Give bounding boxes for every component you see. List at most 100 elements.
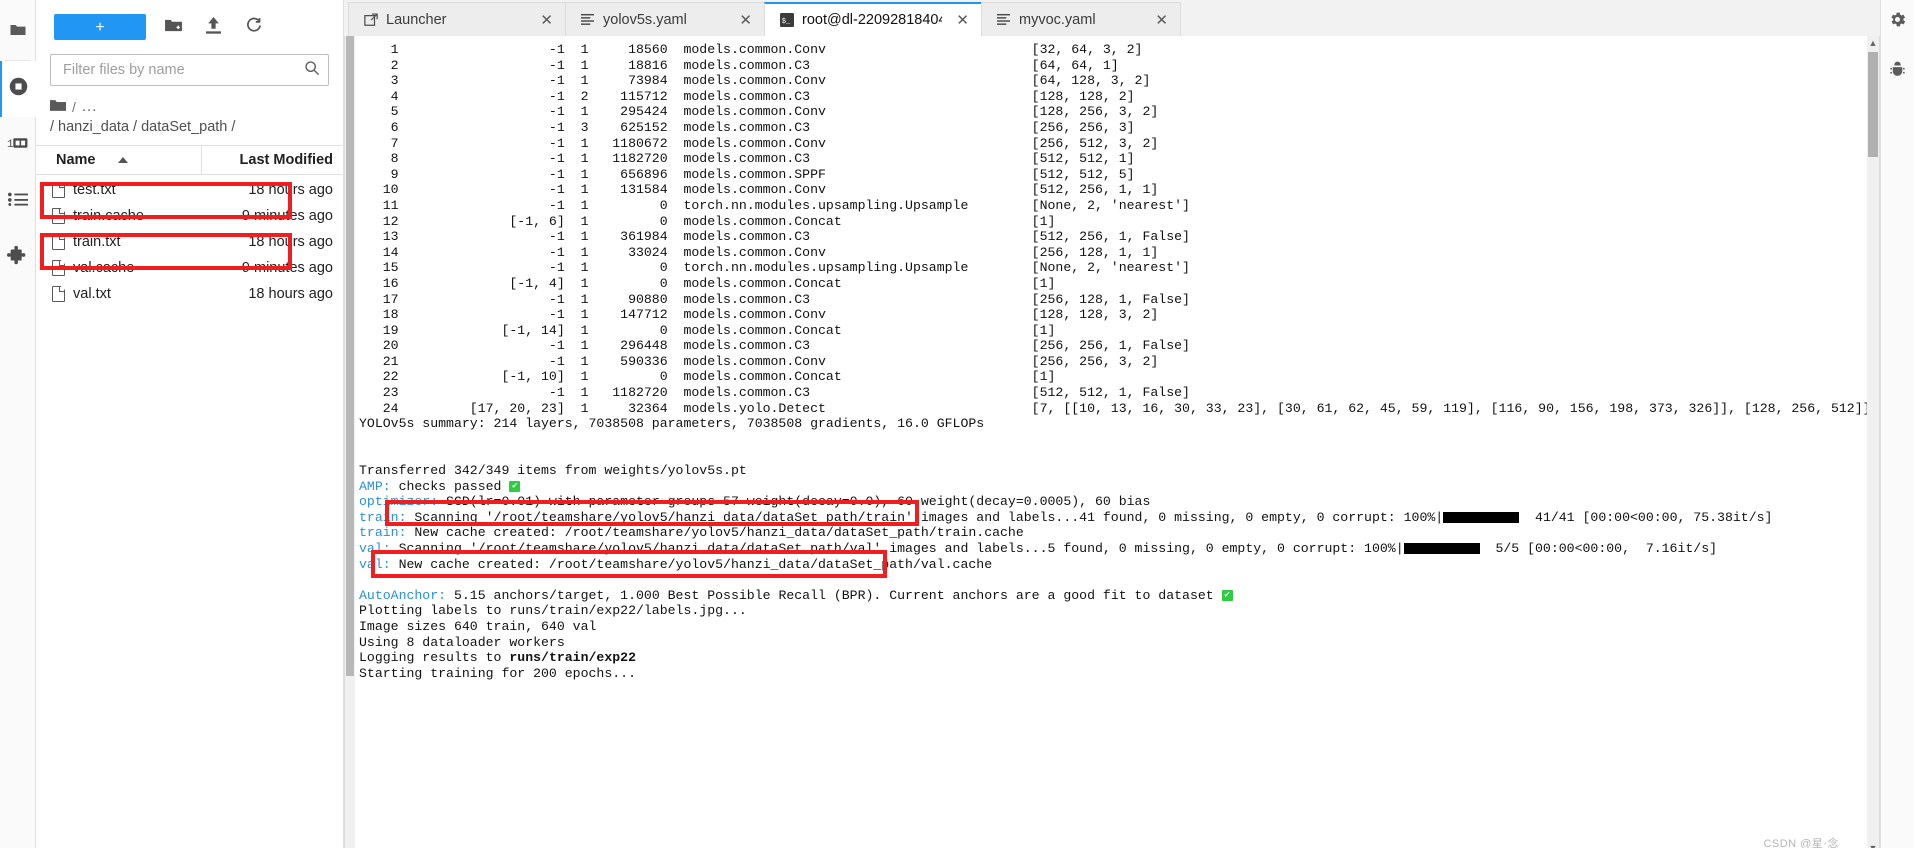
column-header-name[interactable]: Name	[36, 152, 201, 168]
terminal-model-row: 1 -1 1 18560 models.common.Conv [32, 64,…	[359, 42, 1143, 57]
tab-label: myvoc.yaml	[1019, 11, 1096, 28]
sidebar-item-running[interactable]	[0, 61, 36, 117]
terminal-model-row: 11 -1 1 0 torch.nn.modules.upsampling.Up…	[359, 197, 1190, 213]
terminal-icon: $_	[779, 13, 794, 28]
terminal-amp-line: AMP: checks passed ✔	[359, 479, 1867, 495]
file-modified: 18 hours ago	[248, 234, 333, 250]
file-name: val.cache	[73, 260, 135, 276]
terminal-model-row: 15 -1 1 0 torch.nn.modules.upsampling.Up…	[359, 260, 1190, 276]
sidebar-item-extensions[interactable]	[0, 229, 36, 285]
terminal-model-row: 7 -1 1 1180672 models.common.Conv [256, …	[359, 135, 1159, 151]
tab-label: Launcher	[386, 11, 447, 28]
table-row[interactable]: val.txt 18 hours ago	[36, 281, 343, 307]
close-icon[interactable]: ✕	[950, 11, 969, 29]
tab-terminal-root[interactable]: $_ root@dl-220928184041vp4-| ✕	[764, 2, 982, 36]
terminal-panel: 1 -1 1 18560 models.common.Conv [32, 64,…	[344, 36, 1880, 856]
svg-text:$_: $_	[781, 18, 790, 26]
terminal-scrollbar[interactable]: ▲ ▼	[1867, 36, 1879, 855]
table-row[interactable]: val.cache 9 minutes ago	[36, 255, 343, 281]
file-icon	[52, 182, 65, 198]
breadcrumb-root[interactable]: /	[72, 99, 76, 115]
debugger-bug-icon[interactable]	[1888, 60, 1907, 84]
tab-myvoc-yaml[interactable]: myvoc.yaml ✕	[981, 2, 1181, 36]
sidebar-item-files[interactable]	[0, 4, 36, 60]
tab-launcher[interactable]: Launcher ✕	[348, 2, 566, 36]
command-palette-icon: 1	[7, 135, 29, 156]
breadcrumb[interactable]: / ...	[36, 86, 343, 117]
terminal-model-row: 22 [-1, 10] 1 0 models.common.Concat [1]	[359, 369, 1056, 385]
new-folder-icon	[164, 18, 182, 36]
sidebar-item-toc[interactable]	[0, 173, 36, 229]
close-icon[interactable]: ✕	[733, 11, 752, 29]
new-folder-button[interactable]	[160, 14, 186, 40]
terminal-model-row: 23 -1 1 1182720 models.common.C3 [512, 5…	[359, 385, 1190, 401]
window-bottom-edge	[0, 848, 1914, 856]
terminal-autoanchor-line: AutoAnchor: 5.15 anchors/target, 1.000 B…	[359, 588, 1867, 604]
file-modified: 18 hours ago	[248, 286, 333, 302]
close-icon[interactable]: ✕	[1149, 11, 1168, 29]
svg-text:1: 1	[7, 138, 14, 150]
gutter-thumb	[346, 36, 354, 676]
terminal-model-row: 9 -1 1 656896 models.common.SPPF [512, 5…	[359, 166, 1135, 182]
file-name: train.cache	[73, 208, 144, 224]
text-file-icon	[580, 12, 595, 27]
file-browser-panel: + Filter files by name / ... / hanzi_dat…	[36, 0, 344, 856]
file-name: test.txt	[73, 182, 116, 198]
file-modified: 9 minutes ago	[241, 208, 333, 224]
scrollbar-thumb[interactable]	[1868, 52, 1878, 157]
file-icon	[52, 208, 65, 224]
filter-files-field[interactable]	[50, 54, 329, 86]
terminal-val-cache-line: val: New cache created: /root/teamshare/…	[359, 556, 993, 572]
launcher-icon	[363, 12, 378, 27]
terminal-model-row: 10 -1 1 131584 models.common.Conv [512, …	[359, 182, 1159, 198]
column-header-last-modified-label: Last Modified	[239, 152, 333, 168]
terminal-transferred-line: Transferred 342/349 items from weights/y…	[359, 463, 747, 479]
terminal-model-row: 21 -1 1 590336 models.common.Conv [256, …	[359, 353, 1159, 369]
terminal-model-row: 4 -1 2 115712 models.common.C3 [128, 128…	[359, 88, 1135, 104]
breadcrumb-path[interactable]: / hanzi_data / dataSet_path /	[36, 117, 343, 145]
terminal-model-row: 5 -1 1 295424 models.common.Conv [128, 2…	[359, 104, 1159, 120]
file-icon	[52, 286, 65, 302]
terminal-train-cache-line: train: New cache created: /root/teamshar…	[359, 525, 1024, 541]
terminal-train-scan-line: train: Scanning '/root/teamshare/yolov5/…	[359, 509, 1773, 525]
sort-ascending-icon	[117, 157, 128, 163]
file-list-header: Name Last Modified	[36, 145, 343, 175]
column-header-last-modified[interactable]: Last Modified	[201, 146, 343, 174]
new-launcher-button[interactable]: +	[54, 14, 146, 40]
table-row[interactable]: train.txt 18 hours ago	[36, 229, 343, 255]
breadcrumb-home-icon[interactable]	[50, 99, 66, 115]
terminal-plotting-line: Plotting labels to runs/train/exp22/labe…	[359, 603, 747, 619]
upload-button[interactable]	[200, 14, 226, 40]
file-browser-toolbar: +	[36, 0, 343, 50]
terminal-model-row: 2 -1 1 18816 models.common.C3 [64, 64, 1…	[359, 57, 1119, 73]
terminal-model-row: 20 -1 1 296448 models.common.C3 [256, 25…	[359, 338, 1190, 354]
table-row[interactable]: test.txt 18 hours ago	[36, 177, 343, 203]
upload-icon	[205, 17, 221, 37]
breadcrumb-ellipsis[interactable]: ...	[82, 98, 98, 115]
terminal-model-row: 16 [-1, 4] 1 0 models.common.Concat [1]	[359, 275, 1056, 291]
close-icon[interactable]: ✕	[534, 11, 553, 29]
text-file-icon	[996, 12, 1011, 27]
puzzle-icon	[6, 244, 29, 271]
terminal-model-row: 17 -1 1 90880 models.common.C3 [256, 128…	[359, 291, 1190, 307]
terminal-model-row: 13 -1 1 361984 models.common.C3 [512, 25…	[359, 229, 1190, 245]
terminal-workers-line: Using 8 dataloader workers	[359, 634, 565, 650]
terminal-model-row: 19 [-1, 14] 1 0 models.common.Concat [1]	[359, 322, 1056, 338]
terminal-output[interactable]: 1 -1 1 18560 models.common.Conv [32, 64,…	[355, 36, 1867, 855]
refresh-icon	[245, 17, 262, 37]
sidebar-item-commands[interactable]: 1	[0, 117, 36, 173]
tab-yolov5s-yaml[interactable]: yolov5s.yaml ✕	[565, 2, 765, 36]
search-input[interactable]	[61, 61, 304, 79]
refresh-button[interactable]	[240, 14, 266, 40]
terminal-model-row: 6 -1 3 625152 models.common.C3 [256, 256…	[359, 119, 1135, 135]
scroll-up-arrow-icon[interactable]: ▲	[1867, 36, 1879, 50]
file-icon	[52, 260, 65, 276]
table-row[interactable]: train.cache 9 minutes ago	[36, 203, 343, 229]
file-icon	[52, 234, 65, 250]
file-list: test.txt 18 hours ago train.cache 9 minu…	[36, 175, 343, 307]
activity-bar: 1	[0, 0, 36, 856]
settings-gear-icon[interactable]	[1888, 10, 1907, 34]
terminal-model-row: 24 [17, 20, 23] 1 32364 models.yolo.Dete…	[359, 400, 1867, 416]
